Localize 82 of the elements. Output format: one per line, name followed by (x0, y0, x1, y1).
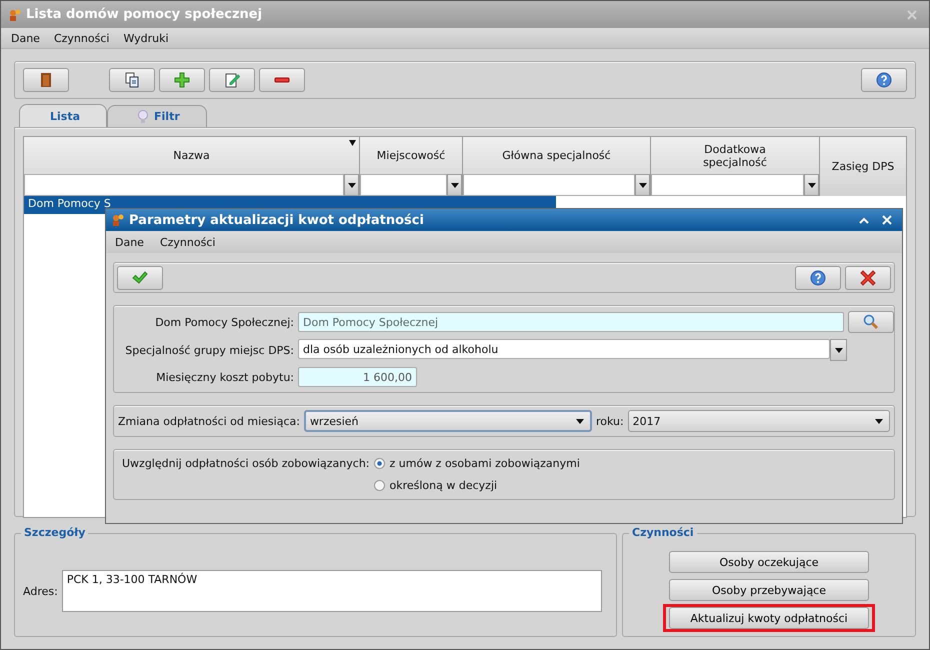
amount-field[interactable]: 1 600,00 (298, 367, 417, 387)
text-field[interactable]: Dom Pomocy Społecznej (298, 312, 844, 332)
help-button[interactable] (795, 266, 841, 290)
help-icon (810, 270, 826, 286)
dropdown-button[interactable] (830, 339, 847, 361)
caret-icon (834, 348, 842, 352)
caret-icon (638, 182, 646, 188)
window-title: Lista domów pomocy społecznej (26, 7, 262, 22)
radio-button[interactable] (374, 458, 384, 470)
dropdown-button[interactable] (804, 174, 819, 196)
dropdown-field[interactable]: dla osób uzależnionych od alkoholu (298, 339, 830, 359)
dialog-title: Parametry aktualizacji kwot odpłatności (129, 212, 424, 228)
close-icon (882, 215, 892, 225)
field-label: Adres: (23, 584, 58, 598)
add-icon (174, 72, 190, 88)
copy-button[interactable] (109, 68, 155, 92)
radio-button[interactable] (374, 480, 384, 491)
table-cell-text: Dom Pomocy S (27, 196, 112, 212)
menu-item[interactable]: Dane (115, 236, 144, 248)
close-icon (907, 10, 917, 20)
lightbulb-icon (138, 110, 148, 124)
edit-icon (224, 72, 240, 88)
chevron-up-icon (859, 216, 869, 224)
field-label: Specjalność grupy miejsc DPS: (124, 344, 294, 356)
tab[interactable]: Filtr (107, 105, 207, 127)
column-label: Miejscowość (376, 149, 446, 162)
caret-icon (576, 418, 584, 424)
column-label: Główna specjalność (502, 149, 611, 162)
documents-icon (124, 72, 140, 88)
group-title: Szczegóły (21, 526, 88, 539)
close-icon (860, 270, 876, 286)
column-header[interactable]: Dodatkowa specjalność (651, 137, 820, 196)
filter-field[interactable] (360, 174, 447, 196)
caret-icon (348, 182, 356, 188)
people-icon (112, 214, 124, 226)
add-button[interactable] (159, 68, 205, 92)
edit-button[interactable] (209, 68, 255, 92)
year-dropdown[interactable]: 2017 (628, 410, 890, 432)
column-header[interactable]: Miejscowość (360, 137, 463, 196)
checkmark-icon (132, 270, 148, 286)
address-field[interactable]: PCK 1, 33-100 TARNÓW (62, 570, 602, 612)
exit-button[interactable] (23, 68, 69, 92)
field-label: Uwzględnij odpłatności osób zobowiązanych: (122, 456, 370, 472)
help-icon (876, 72, 892, 88)
radio-option[interactable]: określoną w decyzji (374, 476, 580, 495)
radio-option[interactable]: z umów z osobami zobowiązanymi (374, 454, 580, 474)
caret-icon (875, 418, 883, 424)
menu-item[interactable]: Wydruki (123, 32, 169, 44)
column-header[interactable]: Nazwa (24, 137, 360, 196)
cancel-button[interactable] (845, 266, 891, 290)
dropdown-button[interactable] (447, 174, 462, 196)
column-label: Dodatkowa specjalność (702, 142, 768, 168)
menu-item[interactable]: Czynności (160, 236, 216, 248)
filter-field[interactable] (463, 174, 635, 196)
caret-icon (450, 182, 458, 188)
field-label: Zmiana odpłatności od miesiąca: (118, 414, 300, 428)
action-button[interactable]: Osoby przebywające (669, 579, 869, 601)
caret-icon (808, 182, 816, 188)
door-icon (38, 72, 54, 88)
search-button[interactable] (848, 311, 894, 333)
action-button[interactable]: Aktualizuj kwoty odpłatności (669, 607, 869, 629)
filter-field[interactable] (651, 174, 804, 196)
filter-field[interactable] (24, 174, 344, 196)
remove-button[interactable] (259, 68, 305, 92)
menu-item[interactable]: Dane (11, 32, 40, 44)
tab[interactable]: Lista (19, 104, 108, 127)
month-dropdown[interactable]: wrzesień (304, 410, 592, 432)
column-label: Nazwa (173, 149, 210, 162)
group-title: Czynności (629, 526, 697, 539)
people-icon (9, 8, 21, 20)
field-label: Dom Pomocy Społecznej: (154, 316, 294, 328)
dropdown-button[interactable] (635, 174, 650, 196)
action-button[interactable]: Osoby oczekujące (669, 551, 869, 573)
help-button[interactable] (861, 68, 907, 92)
column-header[interactable]: Zasięg DPS (820, 137, 906, 196)
search-icon (863, 314, 880, 330)
ok-button[interactable] (117, 266, 163, 290)
dropdown-button[interactable] (344, 174, 359, 196)
menu-item[interactable]: Czynności (54, 32, 110, 44)
field-label: Miesięczny koszt pobytu: (155, 370, 294, 384)
field-label: roku: (596, 414, 624, 428)
column-header[interactable]: Główna specjalność (463, 137, 651, 196)
